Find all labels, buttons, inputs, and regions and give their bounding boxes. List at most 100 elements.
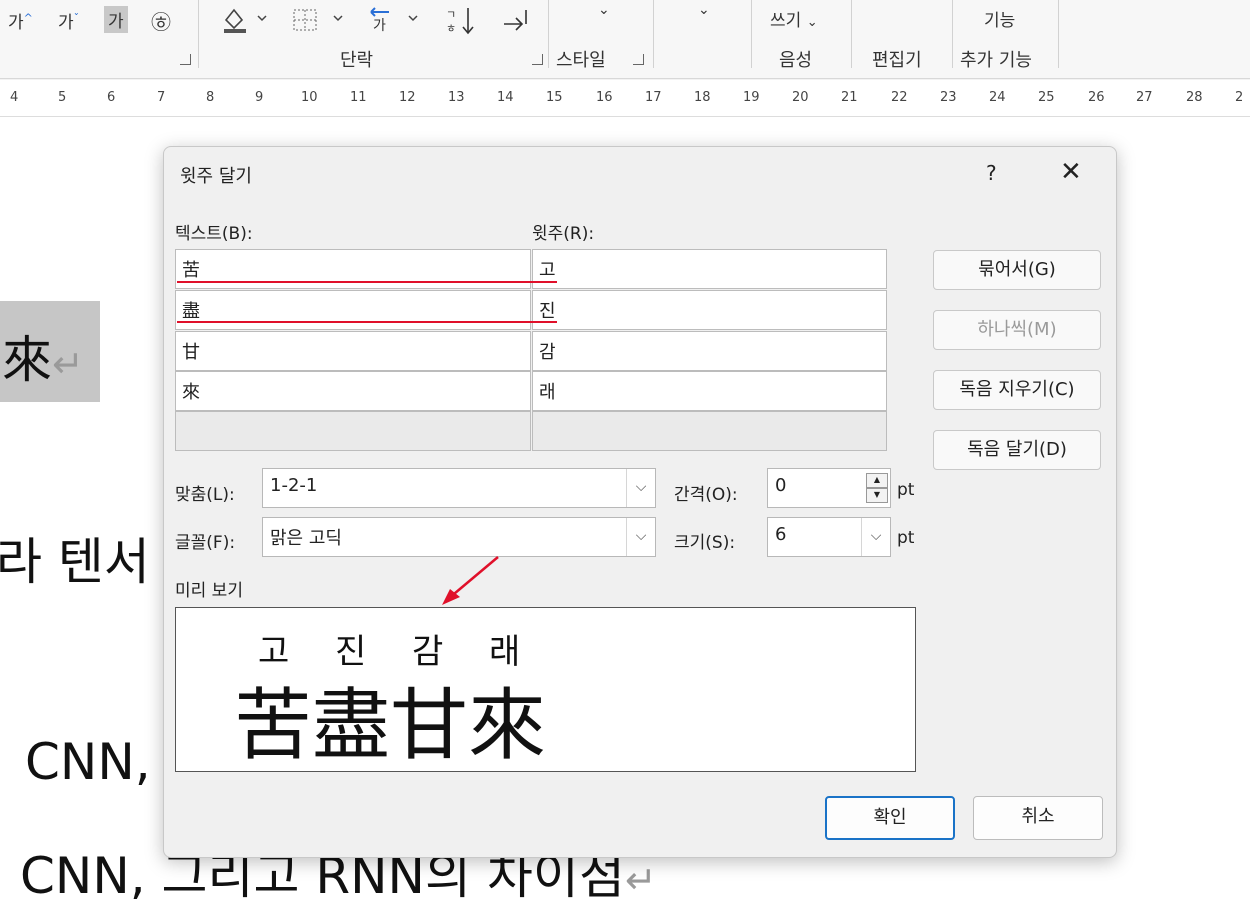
ruler-tick: 23 <box>940 90 957 105</box>
ruby-text-cell[interactable]: 진 <box>532 290 887 330</box>
ruler-tick: 19 <box>743 90 760 105</box>
ruler-tick: 5 <box>58 90 67 105</box>
red-arrow-icon <box>442 556 499 605</box>
ruler-tick: 22 <box>891 90 908 105</box>
offset-spinbox[interactable]: 0 ▲ ▼ <box>767 468 891 508</box>
ruler-tick: 26 <box>1088 90 1105 105</box>
sort-icon[interactable]: ㄱ ㅎ <box>444 4 480 36</box>
ruler-tick: 15 <box>546 90 563 105</box>
annotation-underline <box>177 281 557 283</box>
document-line-3[interactable]: CNN, <box>25 733 151 791</box>
shading-icon[interactable] <box>220 6 270 34</box>
ruler-tick: 14 <box>497 90 514 105</box>
ruler-tick: 28 <box>1186 90 1203 105</box>
indent-icon[interactable] <box>500 4 536 34</box>
annotation-underline <box>177 321 557 323</box>
dialog-title: 윗주 달기 <box>180 166 252 187</box>
ruler-tick: 13 <box>448 90 465 105</box>
group-button[interactable]: 묶어서(G) <box>933 250 1101 290</box>
help-icon[interactable]: ? <box>986 161 997 185</box>
chevron-down-icon[interactable]: ⌵ <box>626 469 655 507</box>
chevron-down-icon[interactable]: ⌵ <box>626 518 655 556</box>
chevron-down-icon[interactable]: ⌵ <box>861 518 890 556</box>
paragraph-dialog-launcher-icon[interactable] <box>532 54 543 65</box>
shrink-font-button[interactable]: 가ˇ <box>58 8 79 33</box>
paragraph-mark-icon: ↵ <box>52 342 84 386</box>
group-paragraph-label: 단락 <box>340 50 374 71</box>
ruler-tick: 8 <box>206 90 215 105</box>
addin-button[interactable]: 기능 <box>984 6 1015 31</box>
alignment-label: 맞춤(L): <box>175 485 235 505</box>
font-value: 맑은 고딕 <box>270 528 342 549</box>
clear-format-button[interactable]: 가 <box>104 6 128 33</box>
enclose-char-button[interactable]: ㉭ <box>151 6 171 35</box>
font-select[interactable]: 맑은 고딕 ⌵ <box>262 517 656 557</box>
ruler-tick: 27 <box>1136 90 1153 105</box>
ruler-tick: 12 <box>399 90 416 105</box>
clear-format-label: 가 <box>108 12 124 32</box>
cancel-button[interactable]: 취소 <box>973 796 1103 840</box>
clear-reading-button[interactable]: 독음 지우기(C) <box>933 370 1101 410</box>
ruby-text-cell-empty[interactable] <box>532 411 887 451</box>
ruler-tick: 24 <box>989 90 1006 105</box>
borders-icon[interactable] <box>290 6 350 34</box>
mono-button[interactable]: 하나씩(M) <box>933 310 1101 350</box>
ruler-tick: 20 <box>792 90 809 105</box>
dictate-label: 쓰기 <box>770 11 802 31</box>
ribbon-separator <box>198 0 199 68</box>
offset-value: 0 <box>775 475 787 496</box>
ruler-tick: 4 <box>10 90 19 105</box>
document-line-1[interactable]: 來↵ <box>2 320 84 392</box>
base-text-cell[interactable]: 來 <box>175 371 531 411</box>
dictate-button[interactable]: 쓰기 ⌄ <box>770 6 818 31</box>
ruler-tick: 11 <box>350 90 367 105</box>
ribbon-separator <box>851 0 852 68</box>
size-select[interactable]: 6 ⌵ <box>767 517 891 557</box>
text-direction-icon[interactable]: 가 <box>365 4 425 34</box>
base-text-cell[interactable]: 盡 <box>175 290 531 330</box>
size-label: 크기(S): <box>674 533 736 553</box>
preview-base-text: 苦盡甘來 <box>234 681 547 771</box>
alignment-select[interactable]: 1-2-1 ⌵ <box>262 468 656 508</box>
ruler-tick: 25 <box>1038 90 1055 105</box>
ruby-text-cell[interactable]: 감 <box>532 331 887 371</box>
grow-font-button[interactable]: 가^ <box>8 8 33 33</box>
base-text-cell[interactable]: 甘 <box>175 331 531 371</box>
ribbon: 가^ 가ˇ 가 ㉭ 가 ㄱ ㅎ 단락 ⌄ 스타일 ⌄ 쓰기 ⌄ 음성 편집기 기… <box>0 0 1250 79</box>
ribbon-separator <box>653 0 654 68</box>
phonetic-guide-dialog: 윗주 달기 ? ✕ 텍스트(B): 윗주(R): 苦 고 盡 진 甘 감 來 래… <box>163 146 1117 858</box>
ruler-tick: 10 <box>301 90 318 105</box>
ruler-tick: 6 <box>107 90 116 105</box>
ruler-tick: 16 <box>596 90 613 105</box>
spin-down-icon[interactable]: ▼ <box>866 488 888 503</box>
caret-up-icon: ^ <box>23 11 33 25</box>
ruby-text-cell[interactable]: 고 <box>532 249 887 289</box>
base-text-cell-empty[interactable] <box>175 411 531 451</box>
enclose-char-label: ㉭ <box>151 10 171 34</box>
preview-box: 고 진 감 래 苦盡甘來 <box>175 607 916 772</box>
group-style-label: 스타일 <box>556 50 606 71</box>
spin-up-icon[interactable]: ▲ <box>866 473 888 488</box>
paragraph-mark-icon: ↵ <box>624 858 657 902</box>
ruler-tick: 2 <box>1235 90 1244 105</box>
base-text-cell[interactable]: 苦 <box>175 249 531 289</box>
offset-label: 간격(O): <box>674 485 738 505</box>
find-dropdown-icon[interactable]: ⌄ <box>698 2 710 18</box>
style-gallery-dropdown-icon[interactable]: ⌄ <box>598 2 610 18</box>
ruby-text-cell[interactable]: 래 <box>532 371 887 411</box>
ruler-tick: 17 <box>645 90 662 105</box>
font-dialog-launcher-icon[interactable] <box>180 54 191 65</box>
default-reading-button[interactable]: 독음 달기(D) <box>933 430 1101 470</box>
ribbon-separator <box>548 0 549 68</box>
group-voice-label: 음성 <box>779 50 813 71</box>
svg-text:ㄱ: ㄱ <box>446 8 456 21</box>
svg-text:가: 가 <box>373 18 386 34</box>
document-line-2[interactable]: 라 텐서 <box>0 522 150 594</box>
style-dialog-launcher-icon[interactable] <box>633 54 644 65</box>
close-icon[interactable]: ✕ <box>1060 157 1082 187</box>
base-text-label: 텍스트(B): <box>175 224 253 244</box>
ok-button[interactable]: 확인 <box>825 796 955 840</box>
chevron-down-icon: ⌄ <box>806 15 818 30</box>
preview-label: 미리 보기 <box>175 581 243 601</box>
horizontal-ruler[interactable]: 4 5 6 7 8 9 10 11 12 13 14 15 16 17 18 1… <box>0 80 1250 117</box>
